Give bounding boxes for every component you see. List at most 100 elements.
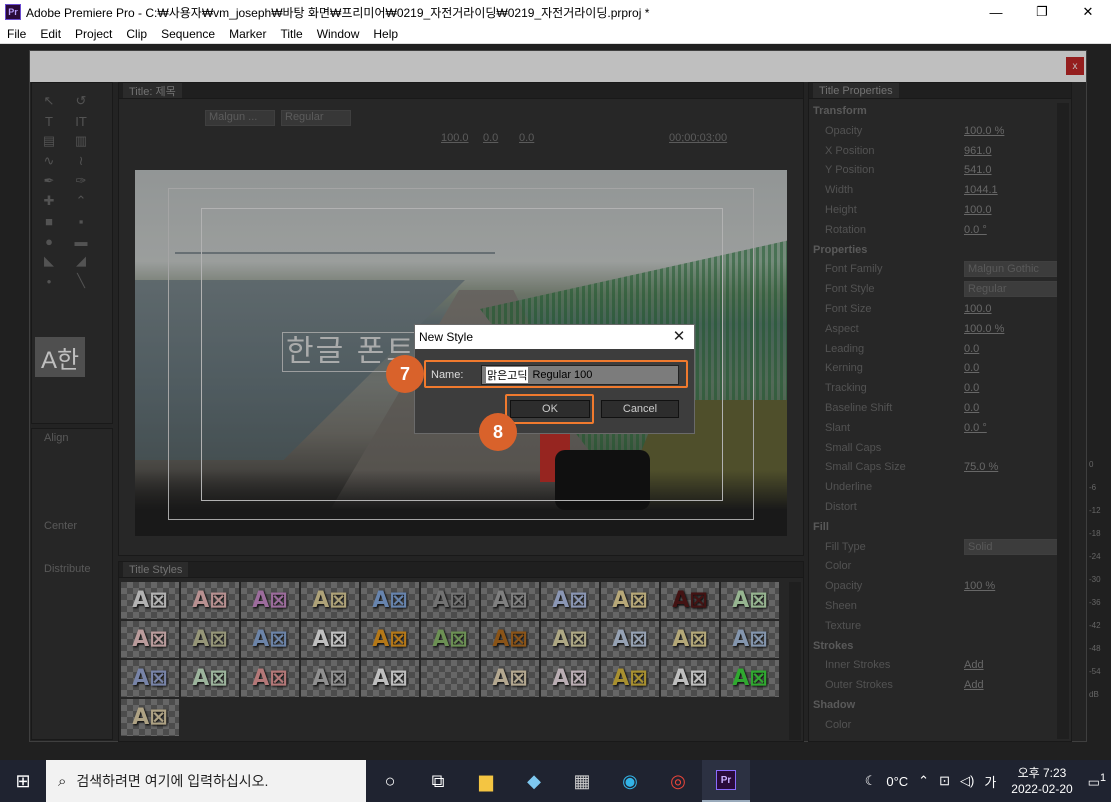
menu-title[interactable]: Title xyxy=(273,27,309,41)
notification-icon[interactable]: ▭1 xyxy=(1088,772,1106,790)
convert-anchor-tool-icon[interactable]: ⌃ xyxy=(70,193,92,209)
style-swatch[interactable]: A⊠ xyxy=(481,621,539,658)
style-swatch[interactable]: A⊠ xyxy=(721,621,779,658)
maximize-button[interactable]: ❐ xyxy=(1019,0,1065,24)
style-swatch[interactable]: A⊠ xyxy=(661,582,719,619)
type-tool-icon[interactable]: T xyxy=(38,113,60,129)
selection-tool-icon[interactable]: ↖ xyxy=(38,93,60,109)
style-swatch[interactable]: A⊠ xyxy=(541,660,599,697)
property-value[interactable]: 100.0 % xyxy=(964,123,1004,139)
style-swatch[interactable]: A⊠ xyxy=(601,621,659,658)
vertical-path-type-tool-icon[interactable]: ≀ xyxy=(70,153,92,169)
menu-sequence[interactable]: Sequence xyxy=(154,27,222,41)
properties-scrollbar[interactable] xyxy=(1057,103,1069,739)
task-view-icon[interactable]: ⧉ xyxy=(414,760,462,802)
style-swatch[interactable]: A⊠ xyxy=(361,660,419,697)
vertical-type-tool-icon[interactable]: IT xyxy=(70,113,92,129)
style-swatch[interactable]: A⊠ xyxy=(181,660,239,697)
tab-title-styles[interactable]: Title Styles xyxy=(123,562,189,577)
style-swatch[interactable]: A⊠ xyxy=(181,582,239,619)
tab-title[interactable]: Title: 제목 xyxy=(123,83,182,98)
notepad-icon[interactable]: ◆ xyxy=(510,760,558,802)
tray-chevron-icon[interactable]: ⌃ xyxy=(918,773,929,789)
style-swatch[interactable]: A⊠ xyxy=(421,621,479,658)
font-style-select[interactable]: Regular xyxy=(281,110,351,126)
property-value[interactable]: 1044.1 xyxy=(964,182,998,198)
property-value[interactable]: Add xyxy=(964,657,984,673)
file-explorer-icon[interactable]: ▆ xyxy=(462,760,510,802)
property-dropdown[interactable]: Malgun Gothic xyxy=(964,261,1066,278)
property-value[interactable]: 100.0 % xyxy=(964,321,1004,337)
property-dropdown[interactable]: Regular xyxy=(964,281,1066,298)
menu-file[interactable]: File xyxy=(0,27,33,41)
style-swatch[interactable]: A⊠ xyxy=(661,621,719,658)
property-value[interactable]: Add xyxy=(964,677,984,693)
style-swatch[interactable]: A⊠ xyxy=(181,621,239,658)
tab-title-properties[interactable]: Title Properties xyxy=(813,83,899,98)
style-swatch[interactable]: A⊠ xyxy=(241,621,299,658)
style-swatch[interactable] xyxy=(421,660,479,697)
style-swatch[interactable]: A⊠ xyxy=(121,582,179,619)
property-value[interactable]: 0.0 xyxy=(964,400,979,416)
minimize-button[interactable]: — xyxy=(973,0,1019,24)
style-swatch[interactable]: A⊠ xyxy=(541,621,599,658)
property-section-header[interactable]: Transform xyxy=(813,103,867,119)
property-value[interactable]: 0.0 xyxy=(964,360,979,376)
style-swatch[interactable]: A⊠ xyxy=(721,660,779,697)
timecode-value[interactable]: 00;00;03;00 xyxy=(669,132,727,144)
style-swatch[interactable]: A⊠ xyxy=(121,699,179,736)
style-swatch[interactable]: A⊠ xyxy=(481,582,539,619)
line-tool-icon[interactable]: ╲ xyxy=(70,273,92,289)
rounded-rect-tool-icon[interactable]: ▪ xyxy=(70,213,92,229)
property-value[interactable]: 961.0 xyxy=(964,143,992,159)
cancel-button[interactable]: Cancel xyxy=(601,400,679,418)
style-swatch[interactable]: A⊠ xyxy=(481,660,539,697)
ellipse-tool-icon[interactable]: ● xyxy=(38,233,60,249)
property-section-header[interactable]: Properties xyxy=(813,242,867,258)
calculator-icon[interactable]: ▦ xyxy=(558,760,606,802)
menu-edit[interactable]: Edit xyxy=(33,27,68,41)
network-icon[interactable]: ⊡ xyxy=(939,773,950,789)
taskbar-search[interactable]: ⌕ 검색하려면 여기에 입력하십시오. xyxy=(46,760,366,802)
menu-clip[interactable]: Clip xyxy=(119,27,154,41)
style-swatch[interactable]: A⊠ xyxy=(301,621,359,658)
menu-window[interactable]: Window xyxy=(310,27,367,41)
weather-moon-icon[interactable]: ☾ xyxy=(865,773,877,789)
property-value[interactable]: 100.0 xyxy=(964,202,992,218)
property-value[interactable]: 100.0 xyxy=(964,301,992,317)
arc-tool-icon[interactable]: ◢ xyxy=(70,253,92,269)
menu-help[interactable]: Help xyxy=(366,27,405,41)
style-swatch[interactable]: A⊠ xyxy=(241,582,299,619)
property-value[interactable]: 0.0 xyxy=(964,341,979,357)
property-value[interactable]: 0.0 xyxy=(964,380,979,396)
styles-scrollbar[interactable] xyxy=(789,582,801,740)
delete-anchor-tool-icon[interactable]: ✑ xyxy=(70,173,92,189)
style-swatch[interactable]: A⊠ xyxy=(121,621,179,658)
dialog-close-icon[interactable]: ✕ xyxy=(670,326,688,346)
property-section-header[interactable]: Strokes xyxy=(813,638,853,654)
font-size-value[interactable]: 100.0 xyxy=(441,132,469,144)
style-swatch[interactable]: A⊠ xyxy=(601,582,659,619)
add-anchor-tool-icon[interactable]: ✚ xyxy=(38,193,60,209)
edge-icon[interactable]: ◉ xyxy=(606,760,654,802)
kerning-value[interactable]: 0.0 xyxy=(483,132,498,144)
property-value[interactable]: 0.0 ° xyxy=(964,222,987,238)
cortana-icon[interactable]: ○ xyxy=(366,760,414,802)
property-dropdown[interactable]: Solid xyxy=(964,538,1066,555)
path-type-tool-icon[interactable]: ∿ xyxy=(38,153,60,169)
style-swatch[interactable]: A⊠ xyxy=(601,660,659,697)
property-section-header[interactable]: Shadow xyxy=(813,697,855,713)
font-family-select[interactable]: Malgun ... xyxy=(205,110,275,126)
style-swatch[interactable]: A⊠ xyxy=(121,660,179,697)
windows-start-icon[interactable]: ⊞ xyxy=(0,760,46,802)
style-swatch[interactable]: A⊠ xyxy=(421,582,479,619)
property-section-header[interactable]: Fill xyxy=(813,519,829,535)
rounded-corner-tool-icon[interactable]: ▬ xyxy=(70,233,92,249)
style-swatch[interactable]: A⊠ xyxy=(301,660,359,697)
pen-tool-icon[interactable]: ✒ xyxy=(38,173,60,189)
menu-project[interactable]: Project xyxy=(68,27,119,41)
premiere-taskbar-icon[interactable]: Pr xyxy=(702,760,750,802)
wedge-tool-icon[interactable]: ◣ xyxy=(38,253,60,269)
weather-temp[interactable]: 0°C xyxy=(886,774,908,789)
menu-marker[interactable]: Marker xyxy=(222,27,273,41)
